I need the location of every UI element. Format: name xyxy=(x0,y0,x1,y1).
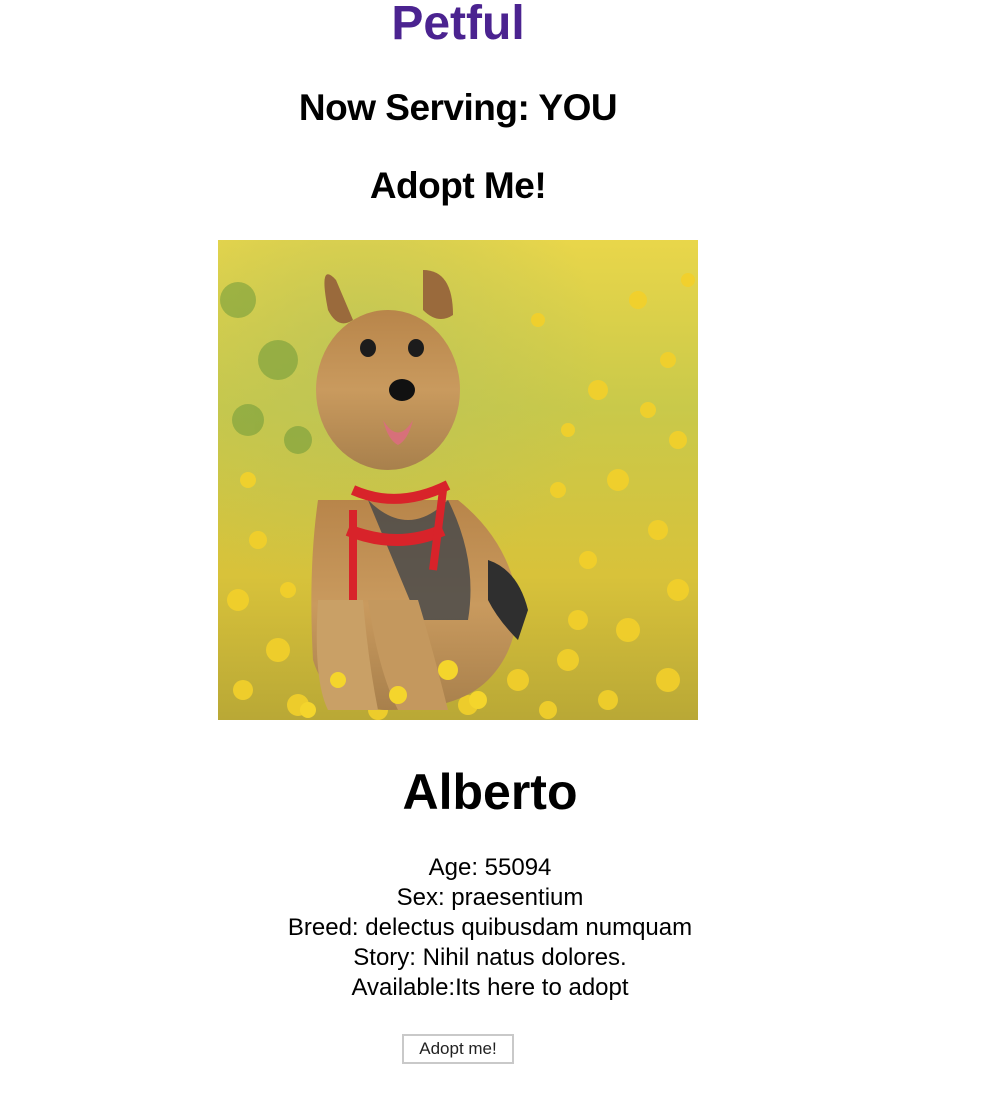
adopt-me-heading: Adopt Me! xyxy=(369,165,547,206)
pet-age: Age: 55094 xyxy=(428,854,552,881)
pet-photo xyxy=(218,240,698,720)
app-title: Petful xyxy=(391,0,525,50)
now-serving-heading: Now Serving: YOU xyxy=(298,87,618,128)
pet-breed: Breed: delectus quibusdam numquam xyxy=(287,914,693,941)
pet-story: Story: Nihil natus dolores. xyxy=(353,944,627,971)
page: Petful Now Serving: YOU Adopt Me! Albert… xyxy=(0,0,998,1104)
pet-sex: Sex: praesentium xyxy=(396,884,584,911)
adopt-button[interactable]: Adopt me! xyxy=(402,1034,514,1064)
pet-name: Alberto xyxy=(402,764,578,820)
pet-details: Age: 55094 Sex: praesentium Breed: delec… xyxy=(0,853,980,1003)
pet-availability: Available:Its here to adopt xyxy=(351,974,629,1001)
